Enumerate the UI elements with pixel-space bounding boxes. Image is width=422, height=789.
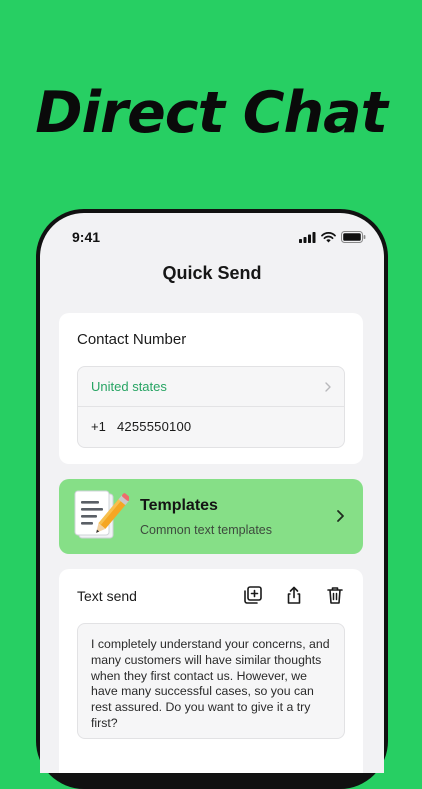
contact-number-label: Contact Number <box>77 331 187 348</box>
field-divider <box>78 406 344 407</box>
contact-field-group: United states +1 4255550100 <box>77 366 345 448</box>
text-actions <box>243 585 345 605</box>
message-text: I completely understand your concerns, a… <box>91 637 330 730</box>
templates-title: Templates <box>140 497 218 514</box>
chevron-right-icon <box>336 509 345 528</box>
phone-screen: 9:41 Quick Send Contact Number United st… <box>40 213 384 773</box>
page-title: Quick Send <box>162 263 262 283</box>
templates-subtitle: Common text templates <box>140 523 272 537</box>
phone-number-input[interactable]: 4255550100 <box>117 419 191 434</box>
add-template-icon[interactable] <box>243 585 263 605</box>
templates-button[interactable]: Templates Common text templates <box>59 479 363 554</box>
chevron-right-icon[interactable] <box>324 380 332 398</box>
text-send-card: Text send I completely understand your c… <box>59 569 363 773</box>
contact-number-card: Contact Number United states +1 42555501… <box>59 313 363 464</box>
status-icons <box>299 230 366 248</box>
text-send-label: Text send <box>77 588 137 604</box>
signal-icon <box>299 230 316 248</box>
battery-icon <box>341 230 366 248</box>
wifi-icon <box>321 230 336 248</box>
country-selector[interactable]: United states <box>91 379 167 394</box>
share-icon[interactable] <box>284 585 304 605</box>
trash-icon[interactable] <box>325 585 345 605</box>
message-textarea[interactable]: I completely understand your concerns, a… <box>77 623 345 739</box>
status-time: 9:41 <box>72 229 101 245</box>
template-notepad-icon <box>73 488 131 549</box>
dial-code: +1 <box>91 419 106 434</box>
headline: Direct Chat <box>35 80 388 146</box>
